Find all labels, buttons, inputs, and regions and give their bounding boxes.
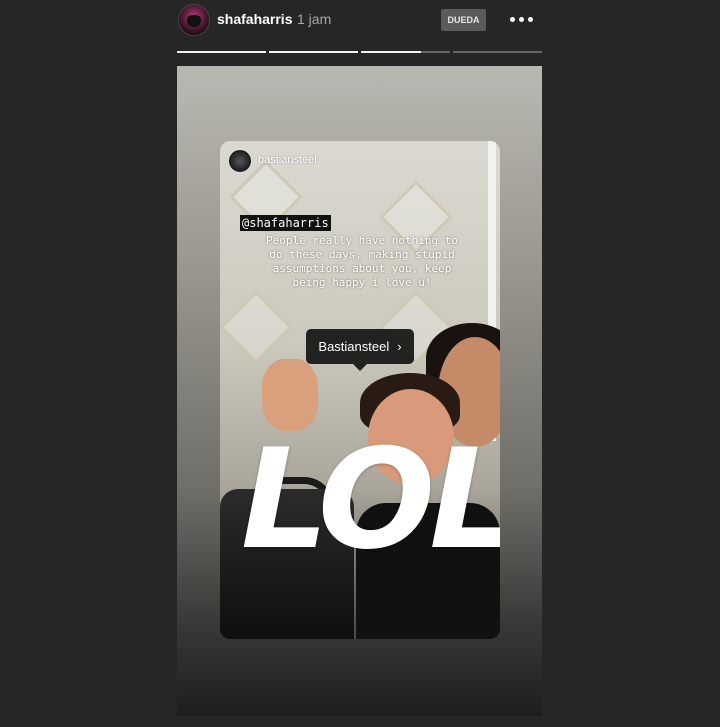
- follow-button[interactable]: DUEDA: [441, 9, 486, 31]
- shared-post-avatar[interactable]: [228, 149, 252, 173]
- username[interactable]: shafaharris: [217, 11, 292, 27]
- progress-fill: [361, 51, 421, 53]
- progress-segment-2: [269, 51, 358, 53]
- user-tag-bubble[interactable]: Bastiansteel ›: [306, 329, 414, 371]
- more-horizontal-icon[interactable]: [510, 17, 534, 23]
- lol-sticker: LOL: [240, 419, 500, 580]
- profile-avatar[interactable]: [178, 4, 210, 36]
- shared-post-card[interactable]: bastiansteel @shafaharris People really …: [220, 141, 500, 639]
- shared-post-username[interactable]: bastiansteel: [258, 154, 317, 166]
- progress-segment-3: [361, 51, 450, 53]
- chevron-right-icon: ›: [397, 339, 402, 354]
- progress-fill: [269, 51, 358, 53]
- story-header: shafaharris 1 jam DUEDA: [0, 0, 720, 40]
- wall-ornament: [220, 290, 293, 364]
- user-tag-label: Bastiansteel: [318, 339, 390, 354]
- progress-fill: [177, 51, 266, 53]
- progress-segment-4: [453, 51, 542, 53]
- mention-sticker[interactable]: @shafaharris: [240, 215, 331, 231]
- story-caption: People really have nothing to do these d…: [265, 234, 459, 289]
- progress-track: [453, 51, 542, 53]
- progress-segment-1: [177, 51, 266, 53]
- story-content[interactable]: bastiansteel @shafaharris People really …: [177, 66, 542, 716]
- post-time: 1 jam: [297, 11, 332, 27]
